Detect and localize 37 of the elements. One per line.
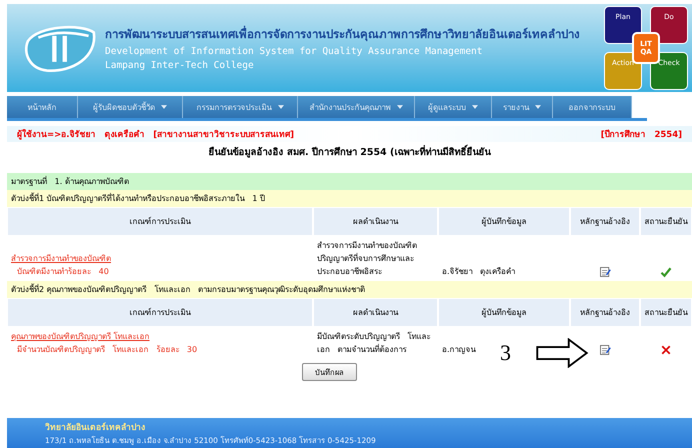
academic-year: [ปีการศึกษา 2554] bbox=[600, 128, 682, 141]
footer-college-name: วิทยาลัยอินเตอร์เทคลำปาง bbox=[45, 421, 146, 434]
column-header: สถานะยืนยัน bbox=[640, 207, 692, 236]
menu-item[interactable]: รายงาน bbox=[492, 96, 553, 118]
column-header: ผู้บันทึกข้อมูล bbox=[438, 207, 570, 236]
column-header: สถานะยืนยัน bbox=[640, 298, 692, 327]
column-header: เกณฑ์การประเมิน bbox=[7, 298, 313, 327]
criterion-detail: มีจำนวนบัณฑิตปริญญาตรี โทและเอก ร้อยละ 30 bbox=[16, 344, 198, 356]
column-header: ผลดำเนินงาน bbox=[313, 298, 438, 327]
menu-item[interactable]: กรรมการตรวจประเมิน bbox=[183, 96, 298, 118]
college-name: Lampang Inter-Tech College bbox=[105, 60, 255, 71]
menu-item[interactable]: ออกจากระบบ bbox=[553, 96, 632, 118]
criterion-detail: บัณฑิตมีงานทำร้อยละ 40 bbox=[16, 266, 110, 278]
standard-heading: มาตรฐานที่ 1. ด้านคุณภาพบัณฑิต bbox=[7, 173, 692, 190]
menu-item[interactable]: ผู้รับผิดชอบตัวชี้วัด bbox=[78, 96, 183, 118]
indicator-heading: ตัวบ่งชี้ที่1 บัณฑิตปริญญาตรีที่ได้งานทำหรือประกอบอาชีพอิสระภายใน 1 ปี bbox=[7, 190, 692, 207]
column-header: ผู้บันทึกข้อมูล bbox=[438, 298, 570, 327]
criterion-link[interactable]: คุณภาพของบัณฑิตปริญญาตรี โทและเอก bbox=[11, 330, 309, 343]
edit-note-icon[interactable] bbox=[599, 344, 611, 356]
menu-item[interactable]: หน้าหลัก bbox=[7, 96, 78, 118]
indicator-heading: ตัวบ่งชี้ที่2 คุณภาพของบัณฑิตปริญญาตรี โทและเอก ตามกรอบมาตรฐานคุณวุฒิระดับอุดมศึกษาแห่งชาติ bbox=[7, 281, 692, 298]
column-header: เกณฑ์การประเมิน bbox=[7, 207, 313, 236]
site-title: การพัฒนาระบบสารสนเทศเพื่อการจัดการงานประกันคุณภาพการศึกษาวิทยาลัยอินเตอร์เทคลำปาง bbox=[105, 25, 581, 43]
column-header: หลักฐานอ้างอิง bbox=[570, 298, 640, 327]
menu-item[interactable]: ผู้ดูแลระบบ bbox=[415, 96, 492, 118]
result-cell-text: สำรวจการมีงานทำของบัณฑิตปริญญาตรีที่จบการศึกษาและประกอบอาชีพอิสระ bbox=[316, 240, 418, 278]
column-header: หลักฐานอ้างอิง bbox=[570, 207, 640, 236]
page-title: ยืนยันข้อมูลอ้างอิง สมศ. ปีการศึกษา 2554 (เฉพาะที่ท่านมีสิทธิ์ยืนยัน bbox=[7, 144, 692, 159]
recorder-name: อ.กาญจน bbox=[442, 344, 476, 356]
column-header: ผลดำเนินงาน bbox=[313, 207, 438, 236]
site-subtitle: Development of Information System for Quality Assurance Management bbox=[105, 46, 484, 57]
recorder-name: อ.จิรัชยา ตุงเครือคำ bbox=[442, 266, 516, 278]
edit-note-icon[interactable] bbox=[599, 266, 611, 278]
criterion-link[interactable]: สำรวจการมีงานทำของบัณฑิต bbox=[11, 252, 309, 265]
result-cell-text: มีบัณฑิตระดับปริญญาตรี โทและเอก ตามจำนวนที่ต้องการ bbox=[316, 330, 432, 356]
menu-item[interactable]: สำนักงานประกันคุณภาพ bbox=[298, 96, 415, 118]
user-info: ผู้ใช้งาน=>อ.จิรัชยา ตุงเครือคำ [สาขางานสาขาวิชาระบบสารสนเทศ] bbox=[17, 128, 294, 141]
